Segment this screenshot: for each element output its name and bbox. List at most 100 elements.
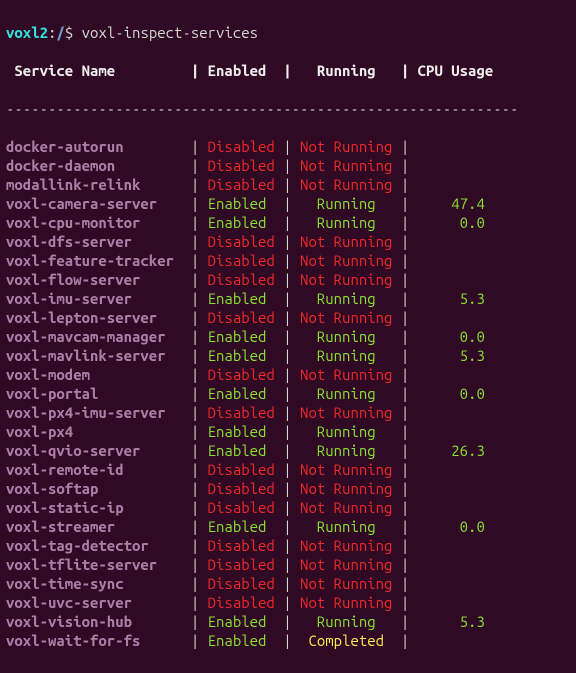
table-row: docker-daemon | Disabled | Not Running | (6, 156, 570, 175)
service-enabled: Disabled (199, 404, 283, 421)
service-name: voxl-streamer (6, 518, 191, 535)
service-running: Not Running (292, 176, 401, 193)
prompt-command: voxl-inspect-services (82, 24, 258, 41)
table-row: voxl-wait-for-fs | Enabled | Completed | (6, 631, 570, 650)
service-enabled: Enabled (199, 613, 283, 630)
pipe-icon: | (283, 214, 291, 231)
service-enabled: Disabled (199, 594, 283, 611)
service-name: voxl-feature-tracker (6, 252, 191, 269)
pipe-icon: | (401, 290, 409, 307)
service-name: voxl-time-sync (6, 575, 191, 592)
table-row: voxl-cpu-monitor | Enabled | Running | 0… (6, 213, 570, 232)
col-running: Running (292, 62, 401, 79)
prompt-line[interactable]: voxl2:/$ voxl-inspect-services (6, 23, 570, 42)
service-running: Running (292, 518, 401, 535)
pipe-icon: | (401, 404, 409, 421)
pipe-icon: | (283, 157, 291, 174)
table-row: voxl-lepton-server | Disabled | Not Runn… (6, 308, 570, 327)
service-cpu (409, 480, 501, 497)
table-row: voxl-remote-id | Disabled | Not Running … (6, 460, 570, 479)
service-name: voxl-qvio-server (6, 442, 191, 459)
pipe-icon: | (401, 632, 409, 649)
service-cpu (409, 233, 501, 250)
service-name: voxl-uvc-server (6, 594, 191, 611)
pipe-icon: | (191, 347, 199, 364)
pipe-icon: | (401, 347, 409, 364)
pipe-icon: | (191, 556, 199, 573)
service-cpu: 5.3 (409, 347, 501, 364)
table-row: voxl-dfs-server | Disabled | Not Running… (6, 232, 570, 251)
table-row: voxl-px4 | Enabled | Running | (6, 422, 570, 441)
service-running: Not Running (292, 575, 401, 592)
pipe-icon: | (401, 214, 409, 231)
pipe-icon: | (191, 385, 199, 402)
service-cpu (409, 366, 501, 383)
service-name: voxl-mavlink-server (6, 347, 191, 364)
service-running: Running (292, 214, 401, 231)
pipe-icon: | (191, 442, 199, 459)
table-row: voxl-modem | Disabled | Not Running | (6, 365, 570, 384)
service-cpu (409, 271, 501, 288)
pipe-icon: | (191, 613, 199, 630)
service-cpu: 0.0 (409, 385, 501, 402)
service-name: voxl-mavcam-manager (6, 328, 191, 345)
pipe-icon: | (283, 480, 291, 497)
service-name: voxl-dfs-server (6, 233, 191, 250)
table-row: voxl-static-ip | Disabled | Not Running … (6, 498, 570, 517)
pipe-icon: | (283, 575, 291, 592)
service-name: voxl-imu-server (6, 290, 191, 307)
service-enabled: Disabled (199, 138, 283, 155)
pipe-icon: | (401, 537, 409, 554)
service-cpu (409, 499, 501, 516)
service-enabled: Disabled (199, 537, 283, 554)
service-enabled: Disabled (199, 176, 283, 193)
service-enabled: Disabled (199, 575, 283, 592)
table-row: voxl-mavlink-server | Enabled | Running … (6, 346, 570, 365)
pipe-icon: | (401, 195, 409, 212)
pipe-icon: | (401, 442, 409, 459)
service-running: Running (292, 442, 401, 459)
pipe-icon: | (191, 271, 199, 288)
service-enabled: Enabled (199, 423, 283, 440)
pipe-icon: | (283, 271, 291, 288)
service-running: Not Running (292, 233, 401, 250)
table-row: voxl-camera-server | Enabled | Running |… (6, 194, 570, 213)
pipe-icon: | (401, 594, 409, 611)
service-name: voxl-cpu-monitor (6, 214, 191, 231)
pipe-icon: | (401, 271, 409, 288)
pipe-icon: | (191, 366, 199, 383)
service-enabled: Enabled (199, 347, 283, 364)
service-name: modallink-relink (6, 176, 191, 193)
service-name: voxl-softap (6, 480, 191, 497)
pipe-icon: | (283, 385, 291, 402)
pipe-icon: | (283, 537, 291, 554)
col-name: Service Name (6, 62, 191, 79)
table-row: voxl-streamer | Enabled | Running | 0.0 (6, 517, 570, 536)
pipe-icon: | (283, 195, 291, 212)
table-row: voxl-tflite-server | Disabled | Not Runn… (6, 555, 570, 574)
pipe-icon: | (283, 233, 291, 250)
pipe-icon: | (191, 537, 199, 554)
service-cpu: 0.0 (409, 214, 501, 231)
pipe-icon: | (191, 328, 199, 345)
pipe-icon: | (283, 461, 291, 478)
table-row: voxl-px4-imu-server | Disabled | Not Run… (6, 403, 570, 422)
prompt-path: / (56, 24, 64, 41)
service-running: Not Running (292, 537, 401, 554)
pipe-icon: | (283, 290, 291, 307)
service-enabled: Disabled (199, 461, 283, 478)
table-row: voxl-mavcam-manager | Enabled | Running … (6, 327, 570, 346)
pipe-icon: | (283, 309, 291, 326)
service-enabled: Enabled (199, 328, 283, 345)
pipe-icon: | (401, 385, 409, 402)
pipe-icon: | (191, 575, 199, 592)
service-cpu (409, 575, 501, 592)
table-row: voxl-uvc-server | Disabled | Not Running… (6, 593, 570, 612)
service-enabled: Disabled (199, 499, 283, 516)
service-enabled: Disabled (199, 309, 283, 326)
service-name: voxl-tag-detector (6, 537, 191, 554)
service-name: voxl-portal (6, 385, 191, 402)
pipe-icon: | (401, 480, 409, 497)
service-cpu (409, 138, 501, 155)
service-running: Not Running (292, 366, 401, 383)
